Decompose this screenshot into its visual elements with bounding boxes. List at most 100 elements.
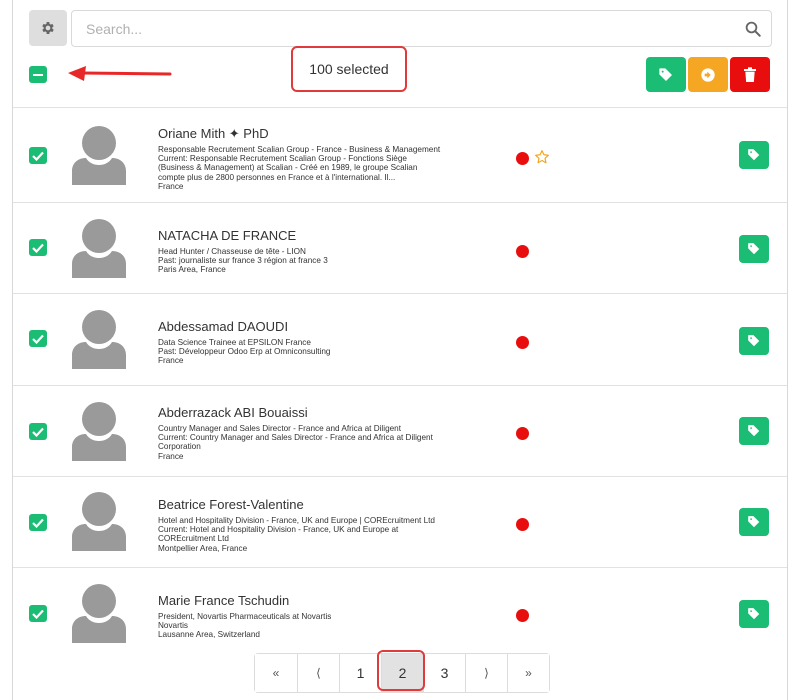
profile-detail: Current: Responsable Recrutement Scalian… — [158, 154, 407, 164]
avatar — [72, 492, 126, 551]
profile-name[interactable]: NATACHA DE FRANCE — [158, 228, 503, 243]
profile-headline: Data Science Trainee at EPSILON France — [158, 338, 311, 347]
status-dot — [516, 518, 529, 531]
profile-info: Beatrice Forest-Valentine Hotel and Hosp… — [158, 497, 503, 553]
list-item[interactable]: Abderrazack ABI Bouaissi Country Manager… — [13, 390, 787, 481]
tag-icon — [659, 67, 672, 81]
profile-location: France — [158, 181, 184, 191]
prev-page-button[interactable]: ⟨ — [297, 654, 339, 692]
avatar — [72, 310, 126, 369]
page-2-button[interactable]: 2 — [381, 654, 423, 692]
tag-icon — [748, 608, 760, 620]
divider — [13, 385, 787, 386]
tag-icon — [748, 149, 760, 161]
tag-button[interactable] — [739, 327, 769, 355]
divider — [13, 202, 787, 203]
profile-info: Marie France Tschudin President, Novarti… — [158, 593, 503, 640]
settings-button[interactable] — [29, 10, 67, 46]
status-dot — [516, 336, 529, 349]
checkmark-icon — [32, 518, 44, 528]
divider — [13, 476, 787, 477]
selected-count-label: 100 selected — [309, 61, 389, 77]
tag-icon — [748, 335, 760, 347]
profile-headline: Country Manager and Sales Director - Fra… — [158, 424, 402, 433]
avatar — [72, 402, 126, 461]
tag-button[interactable] — [739, 235, 769, 263]
profile-headline: Responsable Recrutement Scalian Group - … — [158, 145, 441, 154]
checkmark-icon — [32, 243, 44, 253]
list-item[interactable]: Marie France Tschudin President, Novarti… — [13, 572, 787, 663]
next-page-button[interactable]: ⟩ — [465, 654, 507, 692]
profile-location: France — [158, 356, 184, 366]
search-bar — [71, 10, 772, 47]
status-dot — [516, 609, 529, 622]
profile-detail: Current: Hotel and Hospitality Division … — [158, 525, 399, 535]
profile-detail: Corporation — [158, 442, 201, 452]
list-item[interactable]: Oriane Mith ✦ PhD Responsable Recrutemen… — [13, 115, 787, 206]
profile-detail: COREcruitment Ltd — [158, 534, 229, 544]
indeterminate-icon — [33, 73, 43, 76]
row-checkbox[interactable] — [29, 147, 47, 164]
pagination: « ⟨ 1 2 3 ⟩ » — [254, 653, 550, 693]
bulk-tag-button[interactable] — [646, 57, 686, 92]
search-icon[interactable] — [744, 20, 762, 38]
arrow-circle-right-icon — [701, 67, 715, 82]
profile-name[interactable]: Abderrazack ABI Bouaissi — [158, 405, 503, 420]
bulk-move-button[interactable] — [688, 57, 728, 92]
avatar — [72, 126, 126, 185]
status-dot — [516, 427, 529, 440]
row-checkbox[interactable] — [29, 239, 47, 256]
avatar — [72, 219, 126, 278]
profile-location: Montpellier Area, France — [158, 543, 248, 553]
profile-detail: compte plus de 2800 personnes en France … — [158, 172, 396, 182]
profile-info: Abderrazack ABI Bouaissi Country Manager… — [158, 405, 503, 461]
page-1-button[interactable]: 1 — [339, 654, 381, 692]
row-checkbox[interactable] — [29, 605, 47, 622]
row-checkbox[interactable] — [29, 330, 47, 347]
profile-info: Abdessamad DAOUDI Data Science Trainee a… — [158, 319, 503, 366]
row-checkbox[interactable] — [29, 423, 47, 440]
red-arrow-annotation — [68, 66, 172, 81]
profile-headline: President, Novartis Pharmaceuticals at N… — [158, 612, 332, 621]
profile-headline: Head Hunter / Chasseuse de tête - LION — [158, 247, 306, 256]
checkmark-icon — [32, 151, 44, 161]
selected-count: 100 selected — [291, 46, 407, 92]
status-dot — [516, 245, 529, 258]
profile-headline: Hotel and Hospitality Division - France,… — [158, 516, 435, 525]
profile-name[interactable]: Marie France Tschudin — [158, 593, 503, 608]
tag-button[interactable] — [739, 600, 769, 628]
profile-location: Lausanne Area, Switzerland — [158, 630, 260, 640]
profile-name[interactable]: Beatrice Forest-Valentine — [158, 497, 503, 512]
divider — [13, 567, 787, 568]
last-page-button[interactable]: » — [507, 654, 549, 692]
avatar — [72, 584, 126, 643]
profile-location: France — [158, 451, 184, 461]
bulk-delete-button[interactable] — [730, 57, 770, 92]
checkmark-icon — [32, 334, 44, 344]
profile-location: Paris Area, France — [158, 265, 226, 275]
list-item[interactable]: Beatrice Forest-Valentine Hotel and Hosp… — [13, 481, 787, 572]
profile-name[interactable]: Abdessamad DAOUDI — [158, 319, 503, 334]
select-all-checkbox[interactable] — [29, 66, 47, 83]
tag-icon — [748, 243, 760, 255]
list-item[interactable]: NATACHA DE FRANCE Head Hunter / Chasseus… — [13, 207, 787, 298]
tag-button[interactable] — [739, 141, 769, 169]
star-icon[interactable] — [534, 149, 550, 165]
status-dot — [516, 152, 529, 165]
divider — [13, 293, 787, 294]
profile-detail: Past: Développeur Odoo Erp at Omniconsul… — [158, 347, 331, 357]
tag-button[interactable] — [739, 417, 769, 445]
row-checkbox[interactable] — [29, 514, 47, 531]
profile-name[interactable]: Oriane Mith ✦ PhD — [158, 126, 503, 141]
checkmark-icon — [32, 427, 44, 437]
profile-detail: Past: journaliste sur france 3 région at… — [158, 256, 328, 266]
page-3-button[interactable]: 3 — [423, 654, 465, 692]
profile-detail: Current: Country Manager and Sales Direc… — [158, 433, 433, 443]
first-page-button[interactable]: « — [255, 654, 297, 692]
search-input[interactable] — [72, 11, 712, 46]
tag-icon — [748, 516, 760, 528]
tag-button[interactable] — [739, 508, 769, 536]
list-item[interactable]: Abdessamad DAOUDI Data Science Trainee a… — [13, 298, 787, 389]
trash-icon — [744, 66, 756, 82]
profile-info: NATACHA DE FRANCE Head Hunter / Chasseus… — [158, 228, 503, 275]
